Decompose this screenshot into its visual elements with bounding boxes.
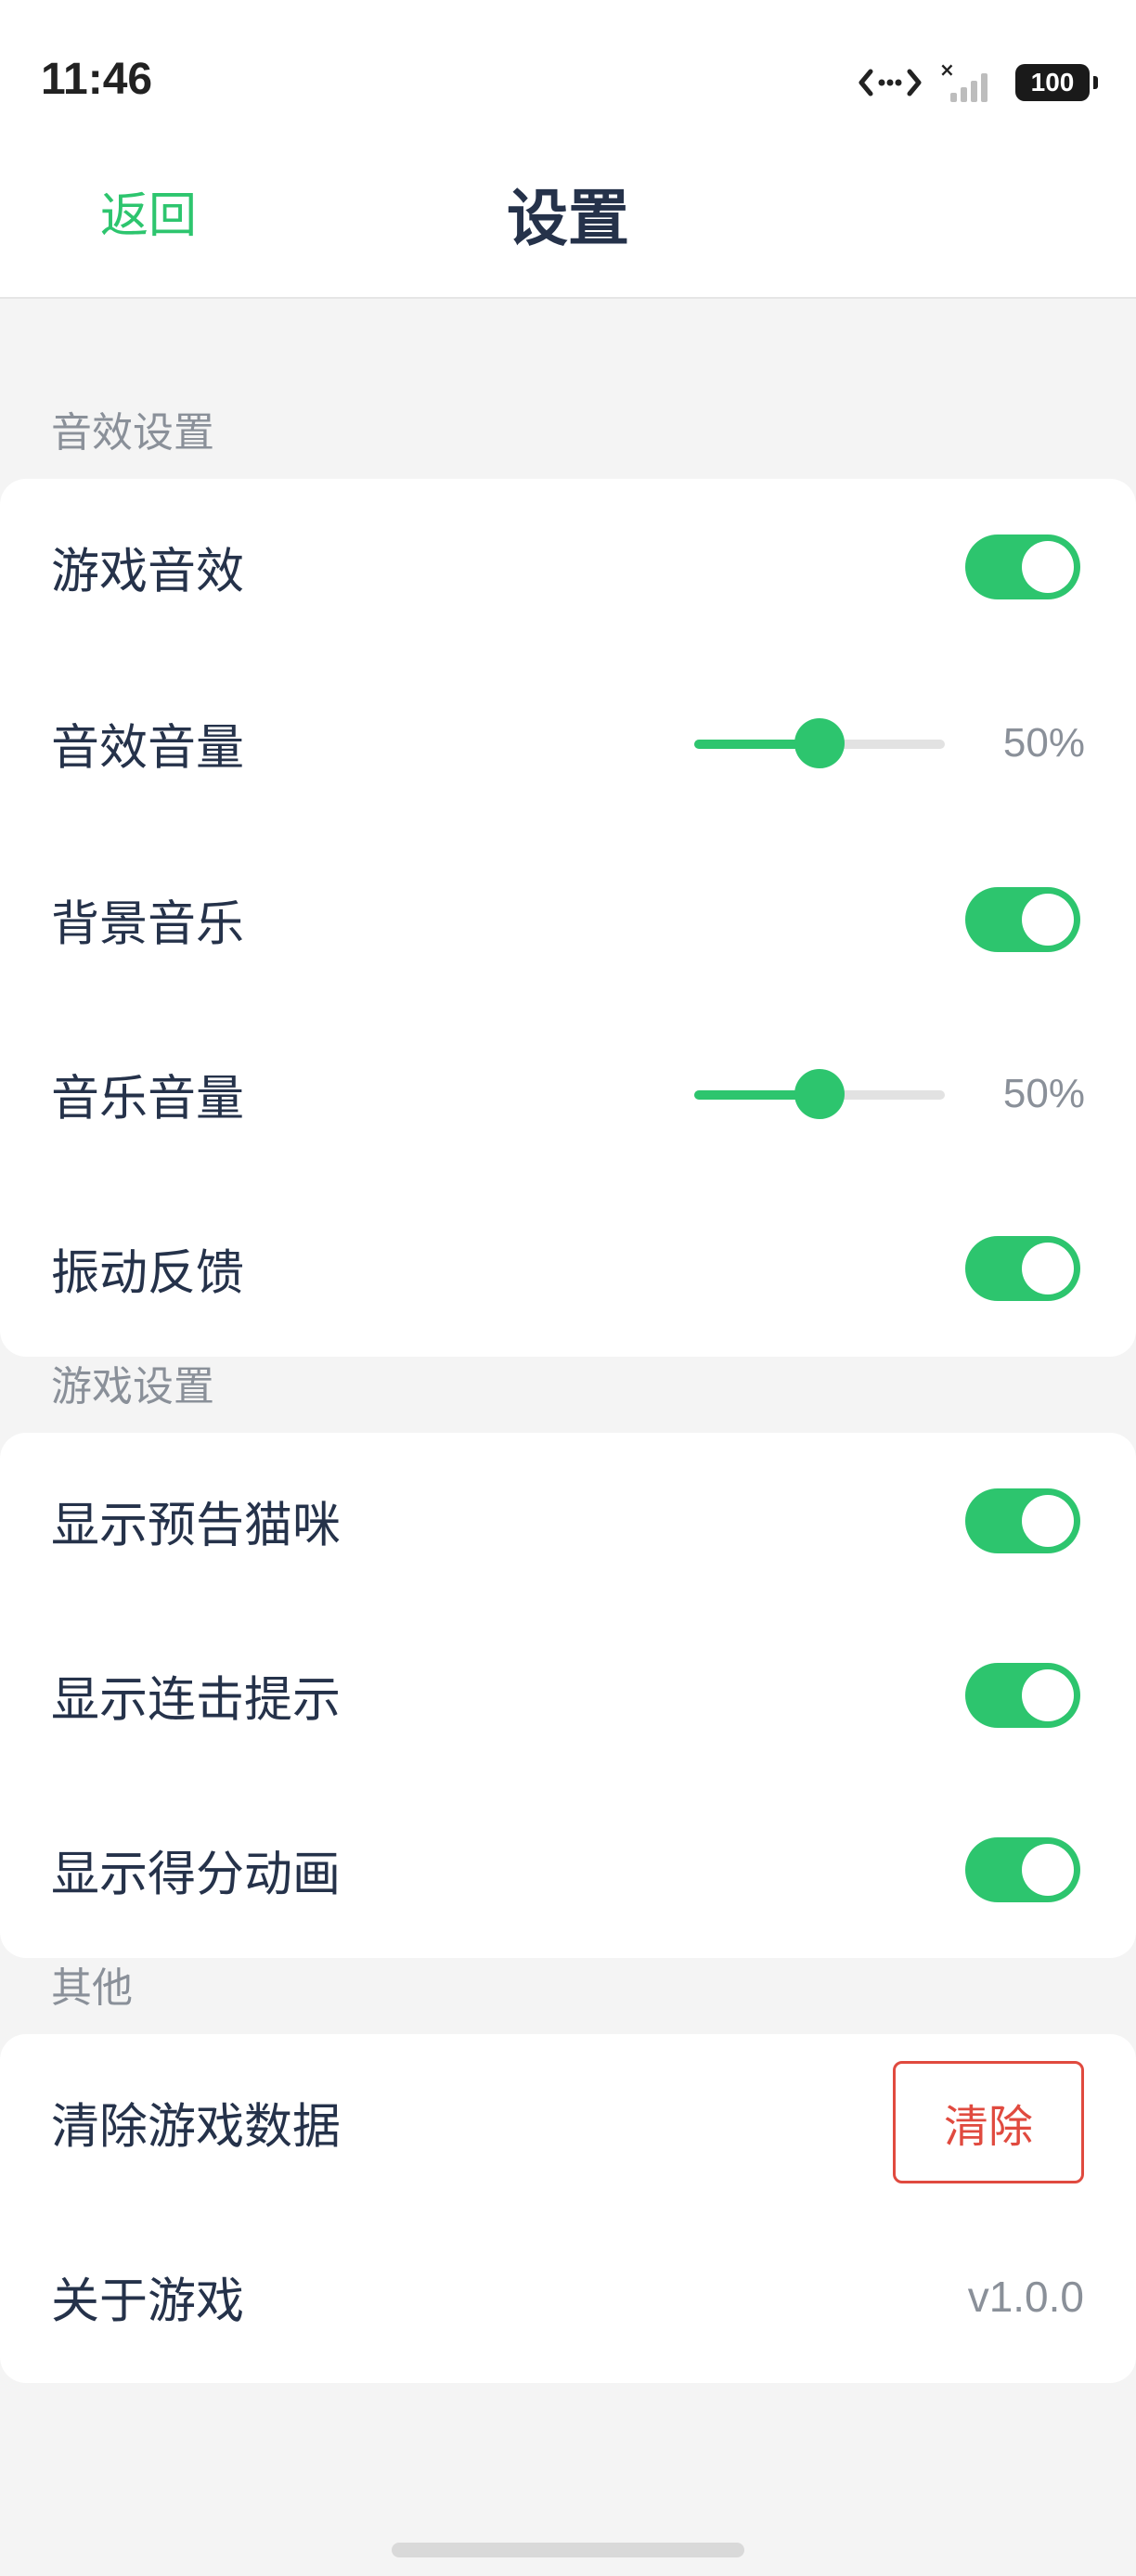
row-show-score-anim: 显示得分动画 [0, 1782, 1136, 1958]
row-sfx-volume: 音效音量 50% [0, 655, 1136, 831]
show-preview-cat-toggle[interactable] [965, 1488, 1080, 1553]
row-clear-data: 清除游戏数据 清除 [0, 2034, 1136, 2210]
version-text: v1.0.0 [967, 2273, 1084, 2321]
sound-settings-card: 游戏音效 音效音量 50% 背景音乐 音乐音量 50% 振动反馈 [0, 479, 1136, 1357]
row-show-preview-cat: 显示预告猫咪 [0, 1433, 1136, 1609]
row-game-sfx: 游戏音效 [0, 479, 1136, 655]
battery-level: 100 [1030, 68, 1075, 97]
toggle-knob [1022, 541, 1074, 593]
row-label-show-score-anim: 显示得分动画 [51, 1847, 342, 1903]
toggle-knob [1022, 1844, 1074, 1896]
row-music-volume: 音乐音量 50% [0, 1006, 1136, 1182]
row-label-sfx-volume: 音效音量 [51, 720, 245, 777]
show-score-anim-toggle[interactable] [965, 1837, 1080, 1902]
svg-text:×: × [939, 61, 955, 81]
signal-icon: × [939, 61, 988, 102]
game-settings-card: 显示预告猫咪 显示连击提示 显示得分动画 [0, 1433, 1136, 1958]
toggle-knob [1022, 1243, 1074, 1294]
toggle-knob [1022, 1669, 1074, 1721]
data-transfer-icon [858, 69, 922, 97]
section-label-game: 游戏设置 [51, 1363, 214, 1410]
row-label-music-volume: 音乐音量 [51, 1071, 245, 1127]
settings-screen: 11:46 × 100 返回 设置 音效设置 游戏音效 音效音量 50% 背景音… [0, 0, 1136, 2576]
row-label-clear-data: 清除游戏数据 [51, 2099, 342, 2156]
row-label-about: 关于游戏 [51, 2273, 245, 2330]
show-combo-hint-toggle[interactable] [965, 1663, 1080, 1728]
sfx-volume-slider[interactable] [694, 715, 945, 771]
row-show-combo-hint: 显示连击提示 [0, 1607, 1136, 1784]
music-volume-value: 50% [1002, 1071, 1085, 1116]
row-label-show-combo-hint: 显示连击提示 [51, 1672, 342, 1729]
battery-icon: 100 [1015, 64, 1098, 101]
vibration-toggle[interactable] [965, 1236, 1080, 1301]
page-title: 设置 [507, 183, 629, 254]
toggle-knob [1022, 1495, 1074, 1547]
row-label-show-preview-cat: 显示预告猫咪 [51, 1498, 342, 1554]
row-label-game-sfx: 游戏音效 [51, 544, 245, 600]
status-time: 11:46 [41, 55, 153, 104]
home-indicator[interactable] [392, 2543, 744, 2557]
row-label-vibration: 振动反馈 [51, 1245, 245, 1302]
bg-music-toggle[interactable] [965, 887, 1080, 952]
game-sfx-toggle[interactable] [965, 535, 1080, 599]
row-about[interactable]: 关于游戏 v1.0.0 [0, 2209, 1136, 2385]
sfx-volume-value: 50% [1002, 720, 1085, 766]
section-label-other: 其他 [51, 1964, 133, 2012]
row-bg-music: 背景音乐 [0, 831, 1136, 1008]
status-icons: × 100 [858, 59, 1098, 106]
row-label-bg-music: 背景音乐 [51, 896, 245, 953]
slider-thumb[interactable] [794, 718, 845, 768]
music-volume-slider[interactable] [694, 1066, 945, 1122]
nav-bar: 返回 设置 [0, 122, 1136, 299]
row-vibration: 振动反馈 [0, 1180, 1136, 1357]
other-settings-card: 清除游戏数据 清除 关于游戏 v1.0.0 [0, 2034, 1136, 2383]
toggle-knob [1022, 894, 1074, 946]
section-label-sound: 音效设置 [51, 409, 214, 457]
status-bar: 11:46 × 100 [0, 0, 1136, 122]
slider-thumb[interactable] [794, 1069, 845, 1119]
clear-data-button[interactable]: 清除 [893, 2061, 1084, 2183]
